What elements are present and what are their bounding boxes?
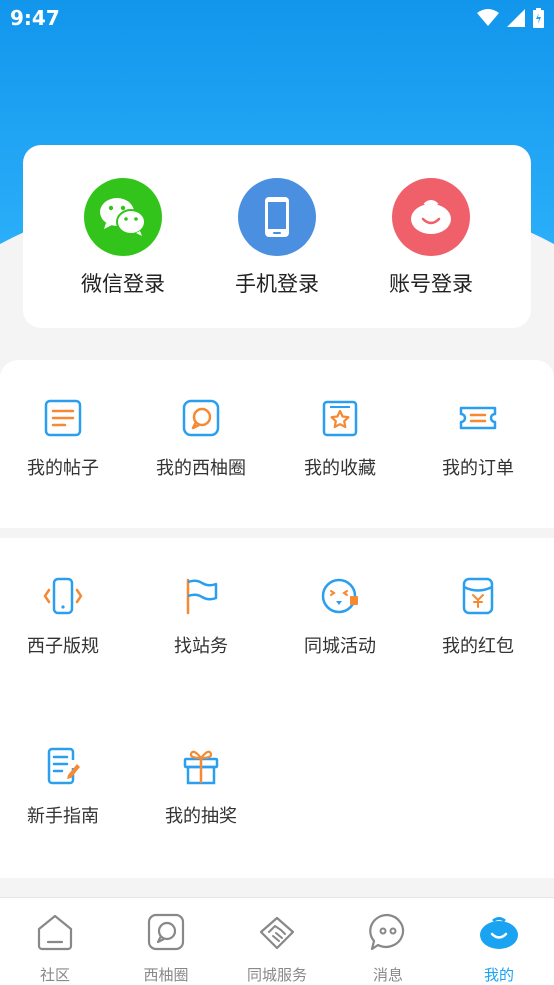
tab-xiyou-circle-label: 西柚圈 xyxy=(143,966,189,984)
my-red-envelope-label: 我的红包 xyxy=(442,636,514,657)
login-card: 微信登录 手机登录 账号登录 xyxy=(23,145,531,328)
my-lottery-item[interactable]: 我的抽奖 xyxy=(132,746,270,828)
rules-phone-icon xyxy=(43,577,83,615)
battery-icon xyxy=(533,8,544,28)
circle-chat-icon xyxy=(182,399,220,437)
wechat-login-button[interactable]: 微信登录 xyxy=(63,178,183,298)
chat-square-icon xyxy=(147,913,185,951)
my-orders-label: 我的订单 xyxy=(442,458,514,479)
account-login-label: 账号登录 xyxy=(389,272,473,296)
city-activities-label: 同城活动 xyxy=(304,636,376,657)
account-login-button[interactable]: 账号登录 xyxy=(371,178,491,298)
my-orders-item[interactable]: 我的订单 xyxy=(409,398,547,480)
red-envelope-icon xyxy=(462,577,494,615)
phone-login-button[interactable]: 手机登录 xyxy=(217,178,337,298)
my-lottery-label: 我的抽奖 xyxy=(165,806,237,827)
tab-mine-label: 我的 xyxy=(483,966,514,984)
my-posts-item[interactable]: 我的帖子 xyxy=(0,398,132,480)
status-bar: 9:47 xyxy=(0,0,554,38)
bottom-tab-bar: 社区 西柚圈 同城服务 消息 我的 xyxy=(0,897,554,985)
phone-login-label: 手机登录 xyxy=(235,272,319,296)
my-red-envelope-item[interactable]: 我的红包 xyxy=(409,576,547,658)
status-icons xyxy=(477,8,544,28)
wifi-icon xyxy=(477,9,499,26)
beginner-guide-label: 新手指南 xyxy=(27,806,99,827)
my-posts-label: 我的帖子 xyxy=(27,458,99,479)
tab-xiyou-circle[interactable]: 西柚圈 xyxy=(111,912,221,985)
gift-icon xyxy=(183,750,219,785)
xizi-rules-label: 西子版规 xyxy=(27,636,99,657)
beginner-guide-item[interactable]: 新手指南 xyxy=(0,746,132,828)
home-icon xyxy=(37,914,73,951)
flag-icon xyxy=(186,578,218,615)
tab-messages[interactable]: 消息 xyxy=(333,912,443,985)
tab-city-services-label: 同城服务 xyxy=(246,966,307,984)
xizi-rules-item[interactable]: 西子版规 xyxy=(0,576,132,658)
my-xiyou-circle-item[interactable]: 我的西柚圈 xyxy=(132,398,270,480)
my-xiyou-circle-label: 我的西柚圈 xyxy=(156,458,246,479)
services-section: 西子版规 找站务 同城活动 我的红包 新手指南 我的抽奖 xyxy=(0,538,554,878)
handshake-icon xyxy=(259,916,295,950)
find-staff-item[interactable]: 找站务 xyxy=(132,576,270,658)
tab-mine[interactable]: 我的 xyxy=(444,912,554,985)
tab-city-services[interactable]: 同城服务 xyxy=(222,912,332,985)
signal-icon xyxy=(507,9,525,27)
status-time: 9:47 xyxy=(10,6,60,30)
tab-community[interactable]: 社区 xyxy=(0,912,110,985)
message-icon xyxy=(369,913,405,951)
tab-messages-label: 消息 xyxy=(372,966,403,984)
profile-icon xyxy=(480,917,518,949)
find-staff-label: 找站务 xyxy=(174,636,228,657)
wechat-icon xyxy=(84,178,162,256)
city-activities-item[interactable]: 同城活动 xyxy=(271,576,409,658)
posts-icon xyxy=(44,399,82,437)
order-ticket-icon xyxy=(459,406,497,430)
activity-face-icon xyxy=(321,578,358,614)
favorites-star-icon xyxy=(322,400,358,437)
phone-icon xyxy=(238,178,316,256)
my-favorites-label: 我的收藏 xyxy=(304,458,376,479)
guide-doc-icon xyxy=(47,747,80,785)
account-icon xyxy=(392,178,470,256)
tab-community-label: 社区 xyxy=(39,966,70,984)
my-content-section: 我的帖子 我的西柚圈 我的收藏 我的订单 xyxy=(0,360,554,528)
wechat-login-label: 微信登录 xyxy=(81,272,165,296)
my-favorites-item[interactable]: 我的收藏 xyxy=(271,398,409,480)
